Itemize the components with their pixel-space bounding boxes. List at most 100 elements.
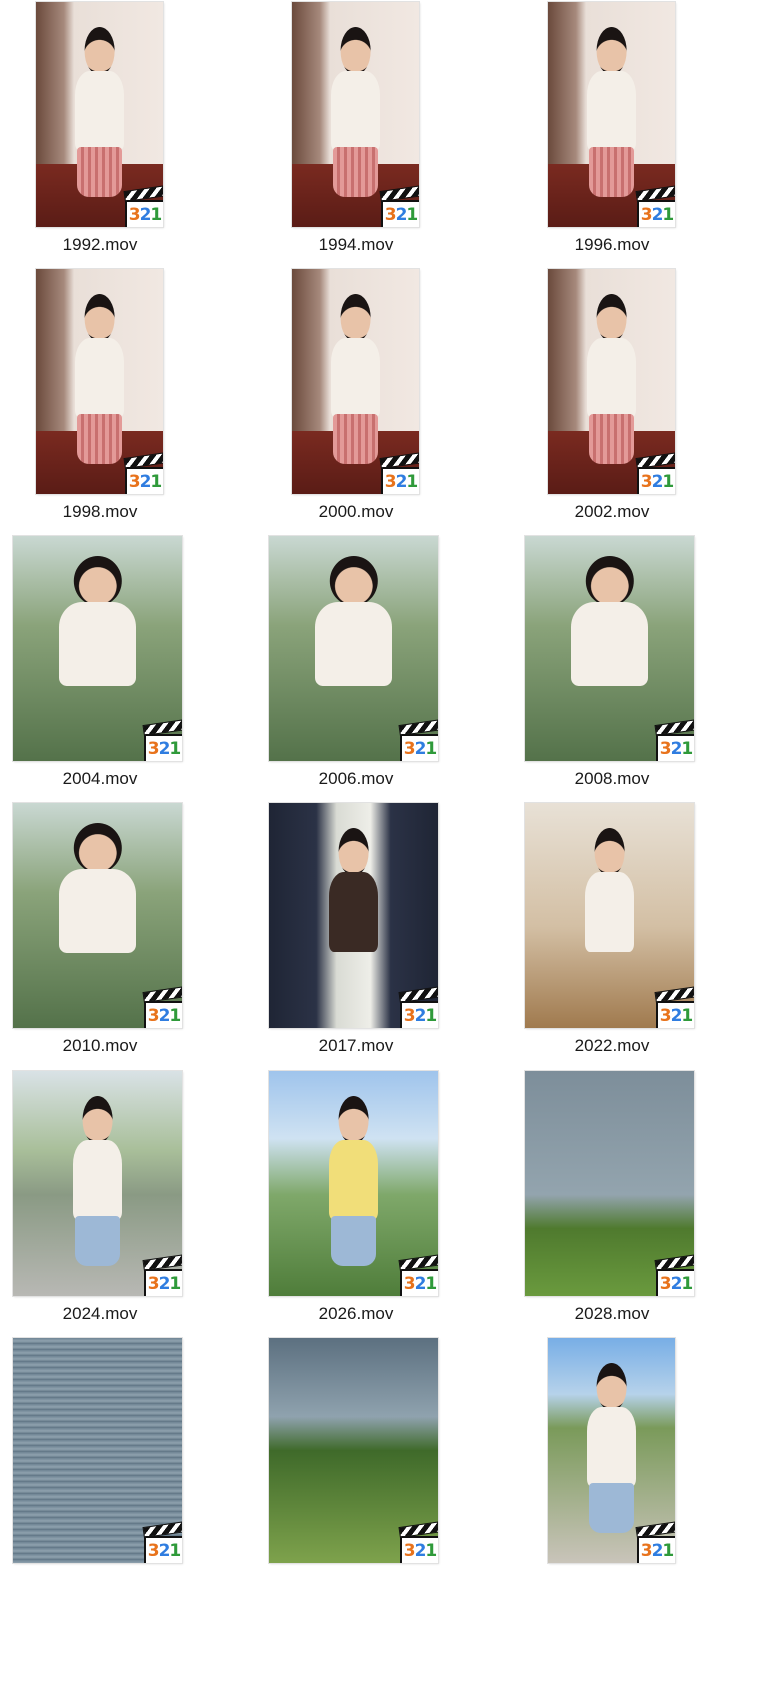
video-thumbnail[interactable]: 321 [13, 803, 182, 1028]
file-name: 2026.mov [318, 1304, 394, 1323]
file-item[interactable]: 3 2 1 2024.mov [0, 1071, 256, 1361]
badge-digit: 1 [425, 1541, 437, 1561]
media-player-classic-icon: 321 [398, 1254, 438, 1296]
person-torso [329, 872, 378, 952]
file-item[interactable]: 3 2 1 2026.mov [256, 1071, 512, 1361]
file-item[interactable]: 321 [256, 1338, 512, 1628]
person-figure [319, 828, 389, 1028]
file-item[interactable]: 3 2 1 2006.mov [256, 536, 512, 826]
badge-digit: 3 [128, 205, 141, 225]
person-torso [315, 602, 392, 687]
badge-digit: 1 [681, 1006, 693, 1026]
person-skirt [77, 414, 122, 464]
video-thumbnail[interactable]: 321 [36, 269, 163, 494]
clapper-board: 321 [125, 200, 163, 227]
badge-digit: 1 [169, 1541, 181, 1561]
video-thumbnail[interactable]: 321 [525, 803, 694, 1028]
file-item[interactable]: 3 2 1 2010.mov [0, 803, 256, 1093]
video-thumbnail[interactable]: 321 [525, 536, 694, 761]
file-name: 2008.mov [574, 769, 650, 788]
file-name: 2022.mov [574, 1036, 650, 1055]
badge-digit: 3 [640, 205, 653, 225]
badge-digit: 1 [681, 739, 693, 759]
person-torso [587, 1407, 636, 1487]
badge-digit: 2 [414, 1541, 427, 1561]
media-player-classic-icon: 321 [123, 185, 163, 227]
video-thumbnail[interactable]: 321 [548, 1338, 675, 1563]
media-player-classic-icon: 321 [635, 185, 675, 227]
media-player-classic-icon: 321 [379, 452, 419, 494]
badge-digit: 1 [662, 1541, 674, 1561]
person-figure [43, 556, 153, 761]
video-thumbnail[interactable]: 321 [13, 1071, 182, 1296]
person-figure [575, 828, 645, 1028]
badge-digit: 1 [662, 472, 674, 492]
person-torso [329, 1140, 378, 1220]
video-thumbnail[interactable]: 321 [36, 2, 163, 227]
badge-digit: 2 [651, 1541, 664, 1561]
badge-digit: 1 [681, 1274, 693, 1294]
badge-digit: 1 [169, 1274, 181, 1294]
person-figure [319, 1096, 389, 1296]
person-head [596, 27, 627, 75]
file-item[interactable]: 3 2 1 2002.mov [512, 269, 768, 559]
file-name: 1996.mov [574, 235, 650, 254]
badge-digit: 2 [395, 472, 408, 492]
file-item[interactable]: 3 2 1 1994.mov [256, 2, 512, 292]
badge-digit: 1 [150, 472, 162, 492]
person-head [338, 1096, 369, 1144]
clapper-board: 321 [637, 467, 675, 494]
file-name: 1998.mov [62, 502, 138, 521]
media-player-classic-icon: 321 [123, 452, 163, 494]
file-item[interactable]: 3 2 1 1998.mov [0, 269, 256, 559]
badge-digit: 3 [384, 472, 397, 492]
file-item[interactable]: 321 [512, 1338, 768, 1628]
file-item[interactable]: 3 2 1 2004.mov [0, 536, 256, 826]
clapper-board: 321 [381, 467, 419, 494]
clapper-board: 321 [144, 734, 182, 761]
person-head [596, 1363, 627, 1411]
video-thumbnail[interactable]: 321 [548, 2, 675, 227]
file-item[interactable]: 3 2 1 2017.mov [256, 803, 512, 1093]
video-thumbnail[interactable]: 321 [13, 536, 182, 761]
file-item[interactable]: 3 2 1 2028.mov [512, 1071, 768, 1361]
badge-digit: 3 [403, 1006, 416, 1026]
file-item[interactable]: 3 2 1 2022.mov [512, 803, 768, 1093]
video-thumbnail[interactable]: 321 [269, 1338, 438, 1563]
file-item[interactable]: 321 [0, 1338, 256, 1628]
badge-digit: 3 [659, 739, 672, 759]
badge-digit: 2 [414, 1006, 427, 1026]
file-name: 2000.mov [318, 502, 394, 521]
video-thumbnail[interactable]: 321 [548, 269, 675, 494]
person-torso [331, 338, 380, 418]
file-item[interactable]: 3 2 1 1996.mov [512, 2, 768, 292]
video-thumbnail[interactable]: 321 [292, 2, 419, 227]
video-thumbnail[interactable]: 321 [525, 1071, 694, 1296]
badge-digit: 2 [395, 205, 408, 225]
video-thumbnail[interactable]: 321 [269, 1071, 438, 1296]
badge-digit: 2 [651, 205, 664, 225]
video-thumbnail[interactable]: 321 [292, 269, 419, 494]
file-item[interactable]: 3 2 1 1992.mov [0, 2, 256, 292]
badge-digit: 3 [403, 1541, 416, 1561]
badge-digit: 2 [651, 472, 664, 492]
video-thumbnail[interactable]: 321 [13, 1338, 182, 1563]
clapper-board: 321 [144, 1001, 182, 1028]
person-skirt [331, 1216, 376, 1266]
person-head [594, 828, 625, 876]
file-item[interactable]: 3 2 1 2008.mov [512, 536, 768, 826]
person-figure [299, 556, 409, 761]
video-thumbnail[interactable]: 321 [269, 803, 438, 1028]
video-thumbnail[interactable]: 321 [269, 536, 438, 761]
person-skirt [333, 147, 378, 197]
media-player-classic-icon: 321 [398, 719, 438, 761]
badge-digit: 3 [659, 1274, 672, 1294]
person-figure [555, 556, 665, 761]
media-player-classic-icon: 321 [398, 1521, 438, 1563]
badge-digit: 3 [128, 472, 141, 492]
file-item[interactable]: 3 2 1 2000.mov [256, 269, 512, 559]
badge-digit: 1 [425, 1274, 437, 1294]
person-torso [587, 71, 636, 151]
file-name: 1992.mov [62, 235, 138, 254]
badge-digit: 2 [158, 1006, 171, 1026]
